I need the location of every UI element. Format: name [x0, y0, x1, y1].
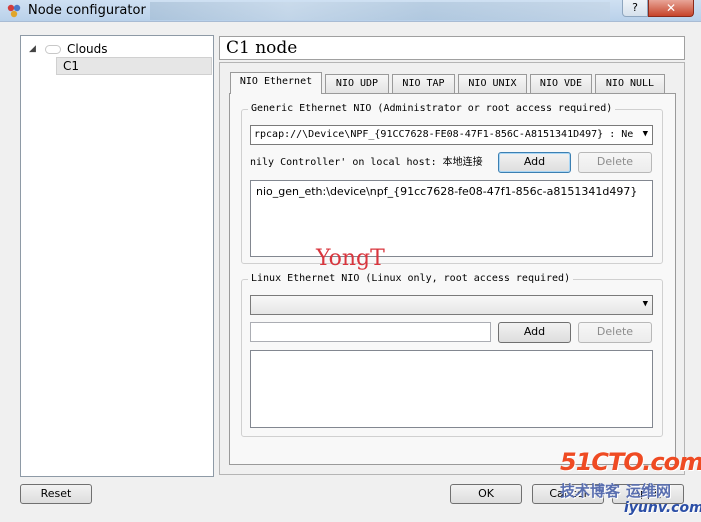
tab-nio-udp[interactable]: NIO UDP — [325, 74, 389, 93]
tree-item-label: Clouds — [67, 42, 108, 56]
tab-nio-vde[interactable]: NIO VDE — [530, 74, 592, 93]
tree-expand-icon[interactable]: ◢ — [29, 44, 36, 54]
app-icon — [7, 4, 21, 18]
node-tree[interactable]: ◢ Clouds C1 — [20, 35, 214, 477]
cloud-icon — [45, 45, 61, 54]
linux-nio-list[interactable] — [250, 350, 653, 428]
linux-adapter-select[interactable]: ▼ — [250, 295, 653, 315]
page-title: C1 node — [226, 38, 298, 58]
help-button[interactable]: ? — [622, 0, 648, 17]
tree-item-c1[interactable]: C1 — [56, 57, 212, 75]
tab-nio-unix[interactable]: NIO UNIX — [458, 74, 527, 93]
chevron-down-icon: ▼ — [642, 299, 648, 309]
list-item[interactable]: nio_gen_eth:\device\npf_{91cc7628-fe08-4… — [256, 185, 647, 198]
site-logo-watermark: 51CTO.com — [560, 448, 701, 476]
generic-adapter-select[interactable]: rpcap://\Device\NPF_{91CC7628-FE08-47F1-… — [250, 125, 653, 145]
reset-button[interactable]: Reset — [20, 484, 92, 504]
adapter-description-text: nily Controller' on local host: 本地连接 — [250, 157, 483, 168]
chevron-down-icon: ▼ — [642, 129, 648, 139]
site-url-watermark: iyunv.com — [624, 500, 701, 516]
linux-ethernet-group-label: Linux Ethernet NIO (Linux only, root acc… — [248, 273, 574, 284]
linux-add-button[interactable]: Add — [498, 322, 571, 343]
tab-nio-tap[interactable]: NIO TAP — [392, 74, 455, 93]
title-bar[interactable]: Node configurator ? ✕ — [0, 0, 701, 22]
author-watermark: YongT — [316, 246, 385, 271]
adapter-description: nily Controller' on local host: 本地连接 — [250, 152, 490, 172]
site-blog-text: 技术博客 — [560, 482, 621, 500]
generic-delete-button[interactable]: Delete — [578, 152, 652, 173]
site-blog-watermark: 技术博客 运维网 — [560, 480, 671, 501]
generic-ethernet-group-label: Generic Ethernet NIO (Administrator or r… — [248, 103, 616, 114]
tab-nio-ethernet[interactable]: NIO Ethernet — [230, 72, 322, 94]
generic-adapter-value: rpcap://\Device\NPF_{91CC7628-FE08-47F1-… — [254, 129, 634, 140]
close-button[interactable]: ✕ — [648, 0, 694, 17]
generic-add-button[interactable]: Add — [498, 152, 571, 173]
linux-interface-input[interactable] — [250, 322, 491, 342]
site-blog-tail-text: 运维网 — [626, 482, 672, 500]
titlebar-background-strip — [150, 2, 610, 20]
ok-button[interactable]: OK — [450, 484, 522, 504]
linux-delete-button[interactable]: Delete — [578, 322, 652, 343]
generic-nio-list[interactable]: nio_gen_eth:\device\npf_{91cc7628-fe08-4… — [250, 180, 653, 257]
node-header: C1 node — [219, 36, 685, 60]
tree-item-label: C1 — [63, 59, 80, 73]
window-title: Node configurator — [28, 3, 146, 18]
tab-nio-null[interactable]: NIO NULL — [595, 74, 665, 93]
